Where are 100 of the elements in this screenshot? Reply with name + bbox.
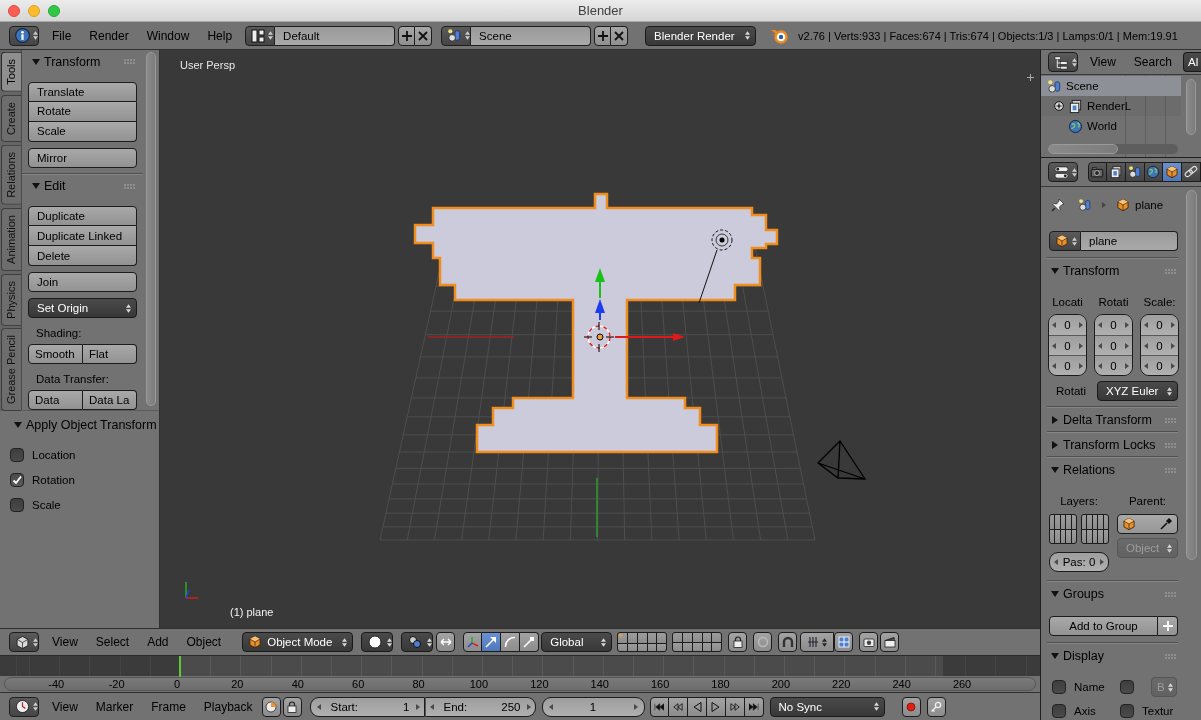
manipulator-button[interactable] (520, 632, 540, 652)
mode-dropdown[interactable]: Object Mode (242, 632, 354, 652)
unlink-button[interactable] (611, 25, 629, 46)
editor-type-button[interactable] (9, 696, 39, 717)
menu-item[interactable]: View (43, 696, 87, 717)
previous-keyframe-button[interactable] (668, 696, 688, 717)
layer-button[interactable] (1103, 529, 1108, 543)
tool-button[interactable]: Data La (83, 390, 137, 410)
checkbox-label[interactable]: Textur (1142, 705, 1174, 717)
number-field[interactable]: 0 (1141, 315, 1178, 335)
grip-dots-icon[interactable] (1165, 268, 1176, 274)
editor-type-button[interactable] (9, 632, 39, 652)
checkbox-label[interactable]: Rotation (32, 474, 75, 486)
scrollbar-thumb[interactable] (1186, 79, 1196, 135)
layer-button[interactable] (1087, 529, 1092, 543)
menu-item[interactable]: Frame (142, 696, 195, 717)
center-points-button[interactable] (436, 632, 456, 652)
disclosure-triangle-icon[interactable] (32, 57, 40, 66)
plus-circle-icon[interactable] (1054, 101, 1064, 111)
object-browse-dropdown[interactable] (1049, 231, 1081, 251)
disclosure-triangle-icon[interactable] (1051, 652, 1059, 660)
panel-title[interactable]: Transform (1063, 264, 1161, 278)
shading-dropdown[interactable] (361, 632, 394, 652)
tool-button[interactable]: Smooth (28, 344, 83, 364)
layer-button[interactable] (647, 644, 657, 651)
menu-item[interactable]: Render (80, 25, 138, 46)
layer-button[interactable] (1050, 529, 1055, 543)
tool-button[interactable]: Join (28, 272, 137, 292)
eyedropper-icon[interactable] (1159, 517, 1173, 531)
menu-item[interactable]: File (43, 25, 81, 46)
checkbox[interactable] (1120, 680, 1134, 694)
editor-type-button[interactable] (1048, 52, 1078, 72)
outliner-item[interactable]: RenderL (1041, 96, 1181, 116)
add-button[interactable] (398, 25, 416, 46)
start-frame-field[interactable]: Start: 1 (309, 696, 425, 717)
disclosure-triangle-icon[interactable] (1051, 267, 1059, 275)
panel-title[interactable]: Apply Object Transform (26, 418, 159, 432)
manipulator-button[interactable] (501, 632, 521, 652)
layer-button[interactable] (1071, 529, 1076, 543)
layer-button[interactable] (1092, 515, 1098, 529)
lock-button[interactable] (282, 696, 302, 717)
scrollbar-thumb[interactable] (1048, 144, 1118, 154)
end-frame-field[interactable]: End: 250 (424, 696, 536, 717)
scene-name-field[interactable]: Scene (471, 25, 592, 46)
current-frame-field[interactable]: 1 (541, 696, 645, 717)
context-tab[interactable] (1163, 162, 1183, 182)
tool-button[interactable]: Rotate (28, 101, 137, 122)
tool-tab[interactable]: Relations (1, 144, 21, 205)
layer-button[interactable] (702, 633, 712, 642)
disclosure-triangle-icon[interactable] (1051, 416, 1059, 424)
tool-button[interactable]: Delete (28, 246, 137, 266)
menu-item[interactable]: View (43, 632, 87, 652)
panel-title[interactable]: Relations (1063, 463, 1161, 477)
layer-button[interactable] (702, 642, 712, 651)
layer-button[interactable] (712, 642, 722, 651)
layer-button[interactable] (1098, 529, 1103, 543)
layer-button[interactable] (683, 642, 692, 651)
grip-dots-icon[interactable] (1165, 467, 1176, 473)
layer-button[interactable] (647, 633, 657, 643)
grip-dots-icon[interactable] (124, 59, 135, 65)
layer-button[interactable] (1082, 515, 1087, 529)
grip-dots-icon[interactable] (1165, 591, 1176, 597)
grip-dots-icon[interactable] (1165, 417, 1176, 423)
menu-item[interactable]: Search (1124, 52, 1181, 72)
number-field[interactable]: 0 (1141, 335, 1178, 355)
menu-item[interactable]: Object (177, 632, 231, 652)
rotation-mode-dropdown[interactable]: XYZ Euler (1097, 381, 1178, 401)
mesh-object-drawing[interactable] (413, 192, 779, 454)
menu-item[interactable]: View (1081, 52, 1125, 72)
grip-dots-icon[interactable] (1165, 442, 1176, 448)
z-axis-arrow[interactable] (595, 299, 605, 321)
panel-title[interactable]: Display (1063, 649, 1161, 663)
display-mode-dropdown[interactable]: Al (1183, 52, 1201, 72)
editor-type-button[interactable] (9, 25, 39, 46)
tool-button[interactable]: Flat (83, 344, 137, 364)
grip-dots-icon[interactable] (124, 183, 135, 189)
add-button[interactable] (1158, 616, 1178, 636)
number-field[interactable]: 0 (1141, 355, 1178, 375)
keying-set-button[interactable] (261, 696, 281, 717)
layer-button[interactable] (657, 633, 667, 643)
tool-button[interactable]: Mirror (28, 147, 137, 168)
menu-item[interactable]: Select (86, 632, 139, 652)
pass-index-field[interactable]: Pas: 0 (1049, 552, 1109, 572)
menu-item[interactable]: Window (137, 25, 199, 46)
layer-button[interactable] (673, 642, 682, 651)
checkbox[interactable] (1052, 704, 1066, 718)
menu-item[interactable]: Add (138, 632, 178, 652)
checkbox[interactable] (10, 448, 24, 462)
screen-layout-dropdown[interactable] (245, 25, 276, 46)
layer-button[interactable] (1060, 515, 1066, 529)
number-field[interactable]: 0 (1095, 355, 1132, 375)
snap-button[interactable] (778, 632, 798, 652)
jump-to-start-button[interactable] (649, 696, 669, 717)
snap-target-button[interactable] (834, 632, 854, 652)
panel-title[interactable]: Transform Locks (1063, 438, 1161, 452)
panel-title[interactable]: Edit (44, 179, 120, 194)
manipulator-button[interactable] (482, 632, 502, 652)
layer-button[interactable] (1055, 529, 1060, 543)
tool-tab[interactable]: Animation (1, 207, 21, 271)
frame-ruler[interactable]: -40 -20 0 20 40 60 80 100 120 140 160 180 200 220 240 260 (4, 677, 1036, 691)
